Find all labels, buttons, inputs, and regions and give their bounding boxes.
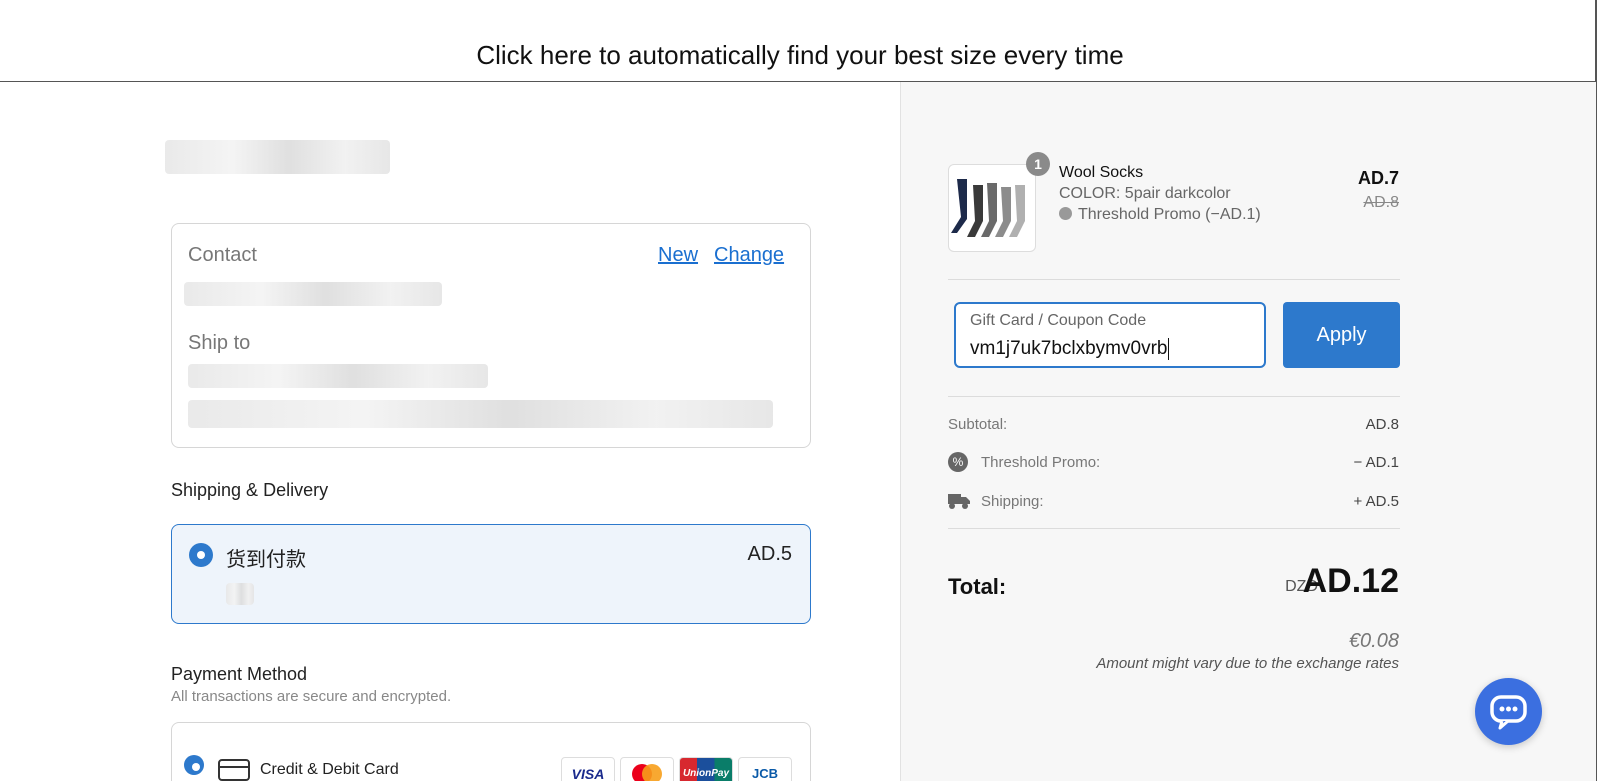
product-name: Wool Socks <box>1059 164 1144 181</box>
shipping-option-price: AD.5 <box>747 543 792 565</box>
contact-label: Contact <box>188 244 257 266</box>
total-converted: €0.08 <box>1348 630 1399 652</box>
payment-secure-note: All transactions are secure and encrypte… <box>171 688 452 705</box>
product-price: AD.7 <box>1357 168 1399 188</box>
apply-coupon-button[interactable]: Apply <box>1283 302 1400 368</box>
chat-bubble-icon <box>1490 695 1527 730</box>
subtotal-label: Subtotal: <box>948 416 1008 433</box>
summary-divider-2 <box>948 396 1400 397</box>
size-banner-text[interactable]: Click here to automatically find your be… <box>0 40 1600 71</box>
total-label: Total: <box>948 574 1007 599</box>
shipping-option-radio[interactable] <box>189 543 213 567</box>
product-thumbnail <box>948 164 1036 252</box>
shipping-value: + AD.5 <box>1353 493 1399 510</box>
shipping-option-cod[interactable]: 货到付款 AD.5 <box>171 524 811 624</box>
shipping-truck-icon <box>948 492 970 510</box>
ship-to-label: Ship to <box>188 332 251 354</box>
threshold-promo-label: Threshold Promo: <box>981 454 1101 471</box>
redacted-delivery-time <box>226 583 254 605</box>
coupon-code-label: Gift Card / Coupon Code <box>970 312 1147 329</box>
payment-method-title: Payment Method <box>171 664 308 684</box>
shipping-label: Shipping: <box>981 493 1044 510</box>
quantity-badge: 1 <box>1026 152 1050 176</box>
subtotal-value: AD.8 <box>1365 416 1399 433</box>
coupon-code-field[interactable]: Gift Card / Coupon Code vm1j7uk7bclxbymv… <box>954 302 1266 368</box>
new-contact-link[interactable]: New <box>658 244 698 267</box>
contact-shipto-card: Contact New Change Ship to <box>171 223 811 448</box>
change-contact-link[interactable]: Change <box>714 244 784 267</box>
coupon-code-input[interactable]: vm1j7uk7bclxbymv0vrb <box>970 338 1170 360</box>
summary-divider-1 <box>948 279 1400 280</box>
chat-support-button[interactable] <box>1475 678 1542 745</box>
visa-logo-icon: VISA <box>561 757 615 781</box>
jcb-logo-icon: JCB <box>738 757 792 781</box>
redacted-store-name <box>165 140 390 174</box>
payment-option-radio[interactable] <box>184 755 204 775</box>
redacted-address-line-2 <box>188 400 773 428</box>
unionpay-logo-icon: UnionPay <box>679 757 733 781</box>
summary-divider-3 <box>948 528 1400 529</box>
shipping-option-name: 货到付款 <box>226 549 306 571</box>
shipping-delivery-title: Shipping & Delivery <box>171 480 329 500</box>
product-variant: COLOR: 5pair darkcolor <box>1059 185 1231 202</box>
window-edge <box>1596 0 1600 781</box>
credit-card-icon <box>218 759 250 781</box>
size-banner[interactable]: Click here to automatically find your be… <box>0 0 1596 82</box>
total-value: AD.12 <box>1302 562 1399 600</box>
promo-badge-icon <box>1059 207 1072 220</box>
order-summary-panel: 1 Wool Socks COLOR: 5pair darkcolor Thre… <box>900 82 1596 781</box>
promo-discount-icon: % <box>948 452 968 472</box>
product-promo-text: Threshold Promo (−AD.1) <box>1078 206 1261 223</box>
exchange-rate-note: Amount might vary due to the exchange ra… <box>1096 655 1399 672</box>
checkout-left-column: Contact New Change Ship to Shipping & De… <box>0 82 900 781</box>
payment-option-label: Credit & Debit Card <box>260 761 399 778</box>
redacted-contact-email <box>184 282 442 306</box>
product-original-price: AD.8 <box>1363 194 1399 211</box>
mastercard-logo-icon <box>620 757 674 781</box>
payment-option-card[interactable]: Credit & Debit Card VISA UnionPay JCB <box>171 722 811 781</box>
redacted-address-line-1 <box>188 364 488 388</box>
threshold-promo-value: − AD.1 <box>1353 454 1399 471</box>
product-promo: Threshold Promo (−AD.1) <box>1059 206 1261 224</box>
